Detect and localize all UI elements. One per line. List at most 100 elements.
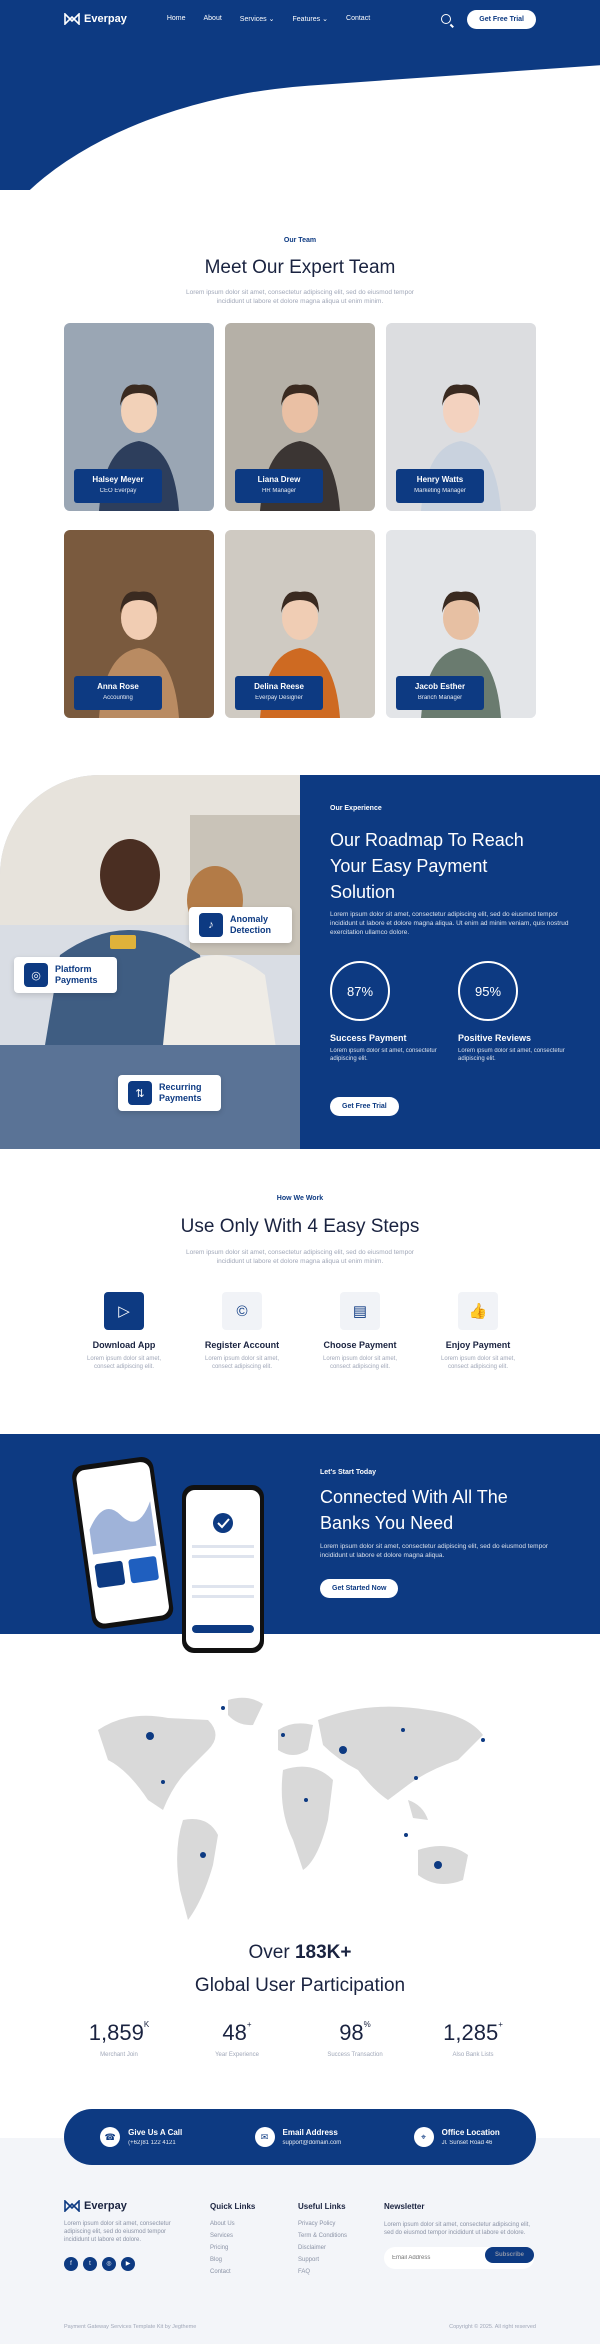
connect-title-line1: Connected With All The [320,1487,508,1507]
stat-label: Year Experience [215,2052,259,2058]
contact-email[interactable]: ✉ Email Address support@domain.com [254,2127,342,2147]
connect-eyebrow: Let's Start Today [320,1469,376,1476]
contact-call[interactable]: ☎ Give Us A Call (+62)81 122 4121 [100,2127,182,2147]
stat-value: 48 [222,2020,247,2045]
member-name: Jacob Esther [414,682,466,691]
team-card[interactable]: Henry Watts Marketing Manager [386,323,536,511]
badge-label: Platform Payments [55,964,98,985]
stat-value-wrap: 1,285+ [418,2020,528,2046]
global-title-bold: 183K+ [294,1942,352,1963]
nav-features[interactable]: Features ⌄ [293,15,329,23]
chevron-down-icon: ⌄ [322,16,329,23]
footer-link[interactable]: Contact [210,2269,255,2275]
footer-quick-links: Quick Links About Us Services Pricing Bl… [210,2202,255,2281]
nav-about[interactable]: About [204,15,222,23]
global-title-line2: Global User Participation [194,1975,406,1996]
footer-link[interactable]: FAQ [298,2269,347,2275]
subscribe-button[interactable]: Subscribe [484,2247,534,2263]
stat-value: 1,285 [443,2020,499,2045]
step-item[interactable]: 👍 Enjoy Payment Lorem ipsum dolor sit amet… [418,1292,538,1371]
contact-office-label: Office Location [441,2128,500,2137]
footer-link[interactable]: Pricing [210,2245,255,2251]
team-card-label: Delina Reese Everpay Designer [235,676,323,710]
get-started-button[interactable]: Get Started Now [320,1579,399,1598]
nav-home[interactable]: Home [167,15,186,23]
stat-item: 98% Success Transaction [300,2020,410,2058]
payment-icon: ▤ [340,1292,380,1330]
instagram-icon[interactable]: ◎ [102,2256,116,2271]
global-title-prefix: Over [248,1942,295,1963]
badge-label: Recurring Payments [159,1082,202,1103]
bell-icon: ♪ [199,913,223,937]
member-name: Delina Reese [254,682,304,691]
steps-subtitle: Lorem ipsum dolor sit amet, consectetur … [186,1249,414,1265]
nav-contact[interactable]: Contact [346,15,370,23]
team-subtitle: Lorem ipsum dolor sit amet, consectetur … [186,289,414,305]
progress-ring: 87% [330,961,390,1021]
stat-label: Also Bank Lists [452,2052,494,2058]
stat-label: Success Transaction [327,2052,383,2058]
member-name: Anna Rose [97,682,139,691]
stat-item: 1,285+ Also Bank Lists [418,2020,528,2058]
member-role: Marketing Manager [414,488,466,494]
member-role: HR Manager [261,488,296,494]
step-desc: Lorem ipsum dolor sit amet, consect adip… [322,1356,398,1370]
team-card[interactable]: Liana Drew HR Manager [225,323,375,511]
footer-link[interactable]: Support [298,2257,347,2263]
metric-reviews: 95% Positive Reviews Lorem ipsum dolor s… [458,961,568,1063]
search-icon[interactable] [441,14,452,24]
footer-link[interactable]: Disclaimer [298,2245,347,2251]
thumbs-up-icon: 👍 [458,1292,498,1330]
team-title: Meet Our Expert Team [204,257,396,278]
step-item[interactable]: ▷ Download App Lorem ipsum dolor sit amet,… [64,1292,184,1371]
step-item[interactable]: ▤ Choose Payment Lorem ipsum dolor sit ame… [300,1292,420,1371]
nav-services[interactable]: Services ⌄ [240,15,275,23]
roadmap-trial-button[interactable]: Get Free Trial [330,1097,399,1116]
stat-suffix: + [246,2020,252,2029]
contact-office[interactable]: ⌖ Office Location Jl. Sunset Road 46 [413,2127,500,2147]
contact-bar: ☎ Give Us A Call (+62)81 122 4121 ✉ Email… [64,2109,536,2165]
member-name: Liana Drew [257,475,301,484]
globe-icon: ◎ [24,963,48,987]
global-title-line1: Over 183K+ [0,1942,600,1964]
step-item[interactable]: © Register Account Lorem ipsum dolor sit a… [182,1292,302,1371]
contact-email-value: support@domain.com [282,2140,342,2146]
roadmap-title: Our Roadmap To Reach Your Easy Payment S… [330,827,570,905]
roadmap-panel: Our Experience Our Roadmap To Reach Your… [300,775,600,1149]
stat-item: 48+ Year Experience [182,2020,292,2058]
stat-value: 1,859 [88,2020,144,2045]
footer-link[interactable]: Term & Conditions [298,2233,347,2239]
step-title: Register Account [204,1340,280,1350]
get-free-trial-button[interactable]: Get Free Trial [467,9,536,29]
connect-body: Lorem ipsum dolor sit amet, consectetur … [320,1543,548,1559]
team-card[interactable]: Anna Rose Accounting [64,530,214,718]
world-map [98,1697,485,1920]
newsletter-title: Newsletter [384,2202,425,2211]
step-title: Enjoy Payment [445,1340,511,1350]
newsletter-email-input[interactable] [392,2255,482,2261]
nav-services-label: Services [239,16,267,23]
member-role: Branch Manager [417,695,463,701]
stat-value-wrap: 98% [300,2020,410,2046]
logo-icon [64,13,80,25]
brand-logo[interactable]: Everpay [64,13,127,25]
breadcrumb-home[interactable]: Home [276,124,295,131]
youtube-icon[interactable]: ▶ [121,2256,135,2271]
stat-value-wrap: 48+ [182,2020,292,2046]
team-card[interactable]: Delina Reese Everpay Designer [225,530,375,718]
phone-icon: ☎ [100,2127,121,2147]
steps-eyebrow: How We Work [276,1195,324,1202]
footer-link[interactable]: Services [210,2233,255,2239]
footer-logo[interactable]: Everpay [64,2200,184,2212]
footer-link[interactable]: Privacy Policy [298,2221,347,2227]
footer-link[interactable]: Blog [210,2257,255,2263]
step-desc: Lorem ipsum dolor sit amet, consect adip… [440,1356,516,1370]
facebook-icon[interactable]: f [64,2257,78,2271]
team-card[interactable]: Jacob Esther Branch Manager [386,530,536,718]
team-card[interactable]: Halsey Meyer CEO Everpay [64,323,214,511]
breadcrumb-current: Team [306,124,324,131]
contact-call-label: Give Us A Call [128,2128,183,2137]
twitter-icon[interactable]: t [83,2257,97,2271]
badge-platform-payments: ◎ Platform Payments [14,957,117,993]
footer-link[interactable]: About Us [210,2221,255,2227]
